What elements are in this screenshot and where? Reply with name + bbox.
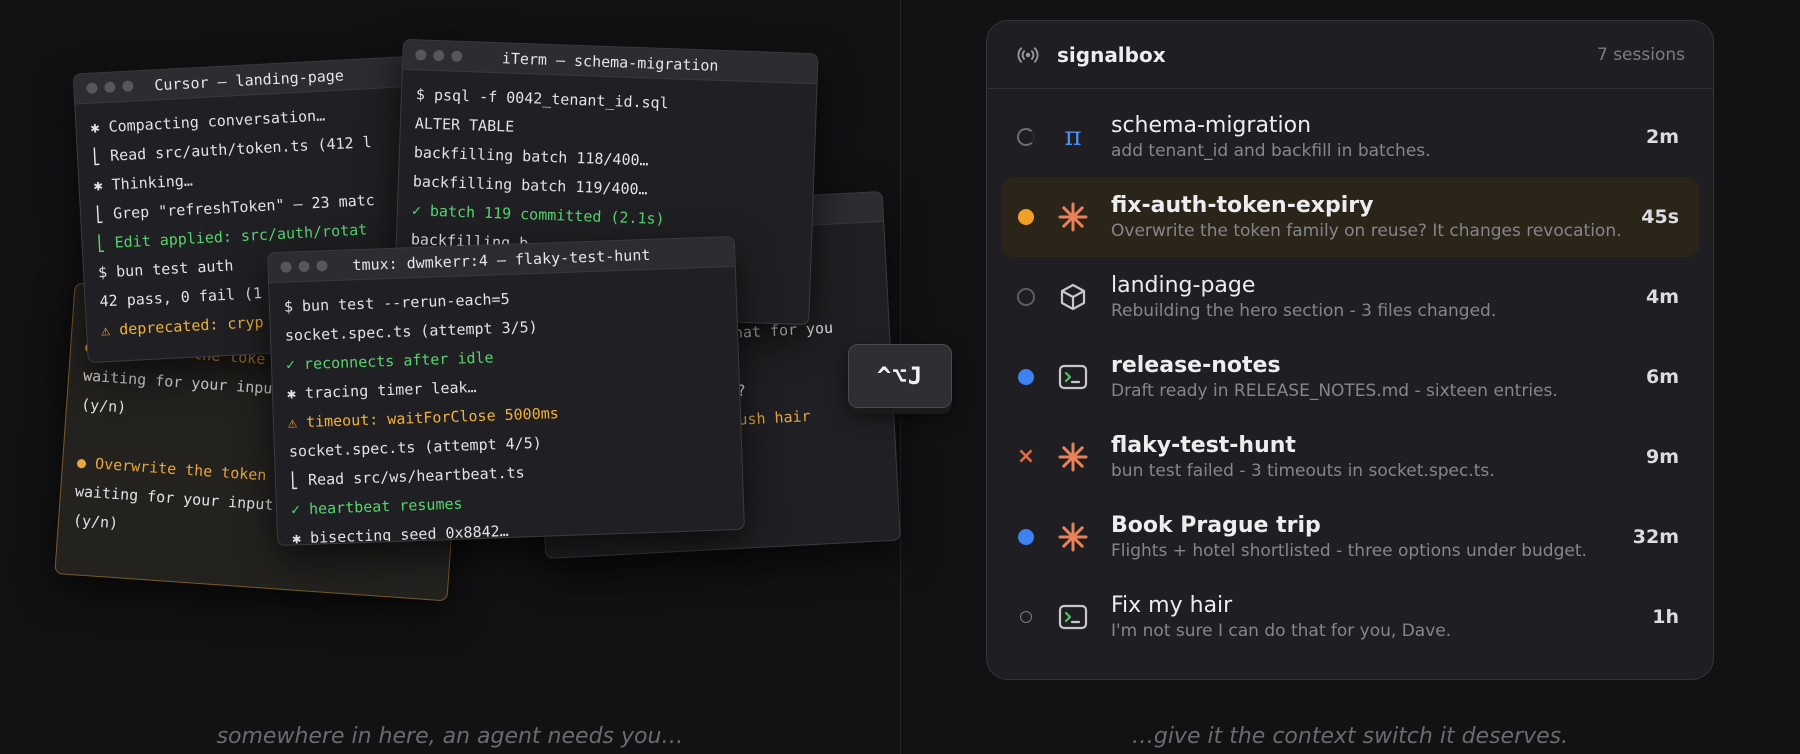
session-time: 45s [1641, 206, 1679, 228]
session-row-fix-auth-token-expiry[interactable]: fix-auth-token-expiry Overwrite the toke… [1001, 177, 1699, 257]
session-time: 32m [1632, 526, 1679, 548]
terminal-icon [1057, 361, 1089, 393]
session-name: Fix my hair [1111, 593, 1233, 618]
app-name: signalbox [1057, 42, 1166, 67]
status-failed-icon: × [1016, 444, 1036, 469]
session-desc: Draft ready in RELEASE_NOTES.md - sixtee… [1111, 381, 1558, 401]
session-row-flaky-test-hunt[interactable]: × flaky-test-hunt bun test failed - 3 ti… [1001, 417, 1699, 497]
sparkle-icon [1057, 521, 1089, 553]
session-row-schema-migration[interactable]: π schema-migration add tenant_id and bac… [1001, 97, 1699, 177]
caption-right: …give it the context switch it deserves. [1131, 724, 1569, 749]
session-row-release-notes[interactable]: release-notes Draft ready in RELEASE_NOT… [1001, 337, 1699, 417]
session-time: 2m [1645, 126, 1679, 148]
caption-left: somewhere in here, an agent needs you… [216, 724, 684, 749]
sparkle-icon [1057, 441, 1089, 473]
pi-icon: π [1064, 122, 1082, 152]
session-desc: I'm not sure I can do that for you, Dave… [1111, 621, 1452, 641]
status-idle [1017, 288, 1035, 306]
signal-broadcast-icon [1017, 46, 1039, 63]
shortcut-key: ^⌥J [848, 344, 952, 408]
session-desc: Overwrite the token family on reuse? It … [1111, 221, 1622, 241]
session-desc: bun test failed - 3 timeouts in socket.s… [1111, 461, 1495, 481]
session-row-landing-page[interactable]: landing-page Rebuilding the hero section… [1001, 257, 1699, 337]
status-idle [1017, 608, 1035, 626]
panel-header: signalbox 7 sessions [987, 21, 1713, 89]
cube-icon [1057, 281, 1089, 313]
status-attention [1017, 208, 1035, 226]
session-desc: Flights + hotel shortlisted - three opti… [1111, 541, 1587, 561]
status-ready [1017, 528, 1035, 546]
session-name: schema-migration [1111, 113, 1312, 138]
signalbox-panel: signalbox 7 sessions π schema-migration … [986, 20, 1714, 680]
session-list: π schema-migration add tenant_id and bac… [987, 89, 1713, 657]
session-name: fix-auth-token-expiry [1111, 193, 1374, 218]
status-spinner [1017, 128, 1035, 146]
session-name: landing-page [1111, 273, 1256, 298]
terminal-icon [1057, 601, 1089, 633]
session-row-book-prague-trip[interactable]: Book Prague trip Flights + hotel shortli… [1001, 497, 1699, 577]
session-name: Book Prague trip [1111, 513, 1321, 538]
session-name: flaky-test-hunt [1111, 433, 1296, 458]
sparkle-icon [1057, 201, 1089, 233]
session-time: 4m [1645, 286, 1679, 308]
session-row-fix-my-hair[interactable]: Fix my hair I'm not sure I can do that f… [1001, 577, 1699, 657]
session-desc: add tenant_id and backfill in batches. [1111, 141, 1431, 161]
session-desc: Rebuilding the hero section - 3 files ch… [1111, 301, 1497, 321]
status-ready [1017, 368, 1035, 386]
session-time: 9m [1645, 446, 1679, 468]
terminal-window-tmux[interactable]: tmux: dwmkerr:4 — flaky-test-hunt $ bun … [267, 235, 745, 547]
session-time: 1h [1652, 606, 1679, 628]
session-count: 7 sessions [1596, 44, 1685, 65]
session-name: release-notes [1111, 353, 1281, 378]
session-time: 6m [1645, 366, 1679, 388]
